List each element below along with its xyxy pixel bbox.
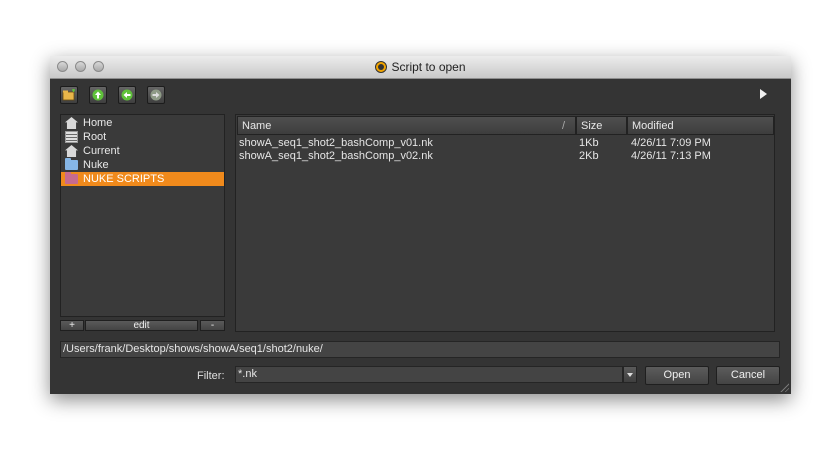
sidebar-item-home[interactable]: Home	[61, 116, 224, 130]
file-modified: 4/26/11 7:13 PM	[631, 150, 711, 162]
filter-dropdown-button[interactable]	[623, 366, 637, 383]
sidebar-item-current[interactable]: Current	[61, 144, 224, 158]
more-options-arrow-icon[interactable]	[760, 89, 767, 99]
file-list: Name / Size Modified showA_seq1_shot2_ba…	[235, 114, 775, 332]
sidebar-item-label: Root	[83, 131, 107, 143]
sidebar-item-root[interactable]: Root	[61, 130, 224, 144]
new-folder-button[interactable]	[60, 86, 78, 104]
arrow-left-icon	[121, 89, 133, 101]
file-row[interactable]: showA_seq1_shot2_bashComp_v01.nk 1Kb 4/2…	[236, 137, 774, 150]
folder-icon	[65, 158, 78, 170]
column-header-size[interactable]: Size	[576, 116, 627, 135]
file-dialog-window: Script to open Home Root Current Nuke NU…	[50, 56, 791, 394]
sidebar-item-label: Current	[83, 145, 120, 157]
edit-places-button[interactable]: edit	[85, 320, 198, 331]
window-title-text: Script to open	[391, 60, 466, 74]
cancel-button[interactable]: Cancel	[716, 366, 780, 385]
sidebar-item-nuke[interactable]: Nuke	[61, 158, 224, 172]
sidebar-item-nuke-scripts[interactable]: NUKE SCRIPTS	[61, 172, 224, 186]
new-folder-icon	[62, 89, 75, 101]
remove-place-button[interactable]: -	[200, 320, 225, 331]
folder-icon	[65, 172, 78, 184]
window-title: Script to open	[50, 60, 791, 74]
sidebar-item-label: NUKE SCRIPTS	[83, 173, 165, 185]
home-icon	[65, 145, 78, 157]
file-name: showA_seq1_shot2_bashComp_v01.nk	[239, 137, 433, 149]
add-place-button[interactable]: +	[60, 320, 84, 331]
file-size: 2Kb	[579, 150, 599, 162]
sidebar-item-label: Nuke	[83, 159, 109, 171]
places-sidebar: Home Root Current Nuke NUKE SCRIPTS	[60, 114, 225, 317]
file-name: showA_seq1_shot2_bashComp_v02.nk	[239, 150, 433, 162]
arrow-right-icon	[150, 89, 162, 101]
server-icon	[65, 131, 78, 143]
column-header-name[interactable]: Name /	[237, 116, 576, 135]
title-bar: Script to open	[50, 56, 791, 79]
file-modified: 4/26/11 7:09 PM	[631, 137, 711, 149]
sidebar-item-label: Home	[83, 117, 113, 129]
sort-indicator: /	[561, 120, 565, 132]
go-up-button[interactable]	[89, 86, 107, 104]
home-icon	[65, 117, 78, 129]
path-field[interactable]: /Users/frank/Desktop/shows/showA/seq1/sh…	[60, 341, 780, 358]
resize-grip-icon[interactable]	[779, 382, 789, 392]
nuke-app-icon	[375, 61, 388, 73]
filter-input[interactable]: *.nk	[235, 366, 623, 383]
forward-button[interactable]	[147, 86, 165, 104]
open-button[interactable]: Open	[645, 366, 709, 385]
file-row[interactable]: showA_seq1_shot2_bashComp_v02.nk 2Kb 4/2…	[236, 150, 774, 163]
filter-label: Filter:	[197, 370, 225, 382]
back-button[interactable]	[118, 86, 136, 104]
arrow-up-icon	[92, 89, 104, 101]
column-header-modified[interactable]: Modified	[627, 116, 774, 135]
file-size: 1Kb	[579, 137, 599, 149]
